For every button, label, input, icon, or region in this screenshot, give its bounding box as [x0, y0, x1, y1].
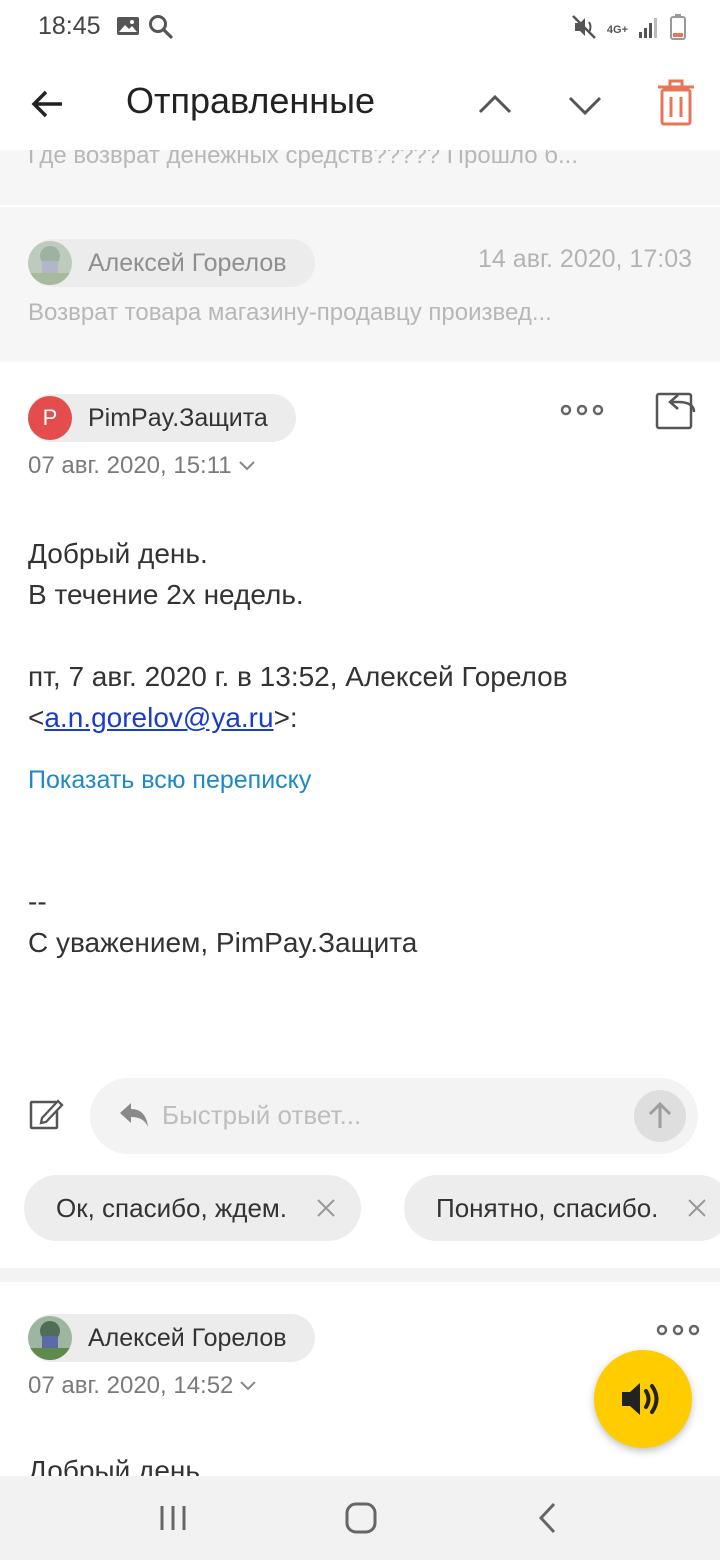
recent-apps-icon[interactable]	[158, 1504, 188, 1532]
speaker-icon	[622, 1383, 659, 1415]
collapsed-message[interactable]: Где возврат денежных средств????? Прошло…	[0, 150, 720, 205]
system-navigation-bar	[0, 1476, 720, 1560]
back-arrow-icon[interactable]	[28, 84, 68, 124]
collapsed-message[interactable]: Алексей Горелов 14 авг. 2020, 17:03 Возв…	[0, 207, 720, 362]
app-bar: Отправленные	[0, 56, 720, 150]
message-body: Добрый день. В течение 2х недель. пт, 7 …	[28, 533, 568, 738]
sender-name: PimPay.Защита	[88, 403, 268, 432]
status-time: 18:45	[38, 12, 101, 40]
sender-chip[interactable]: Алексей Горелов	[28, 239, 315, 287]
battery-icon	[670, 14, 686, 45]
message-date-toggle[interactable]: 07 авг. 2020, 14:52	[28, 1372, 257, 1400]
quote-email-line: <a.n.gorelov@ya.ru>:	[28, 702, 298, 733]
message-date-toggle[interactable]: 07 авг. 2020, 15:11	[28, 452, 256, 480]
page-title: Отправленные	[126, 80, 376, 121]
body-line: В течение 2х недель.	[28, 579, 304, 610]
message-snippet: Возврат товара магазину-продавцу произве…	[28, 299, 552, 326]
message-date: 07 авг. 2020, 15:11	[28, 452, 232, 479]
message-preview: Добрый день	[28, 1455, 200, 1476]
body-line: Добрый день.	[28, 538, 208, 569]
status-bar: 18:45 4G+	[0, 0, 720, 56]
next-message-chevron-down-icon[interactable]	[564, 84, 606, 126]
signature: -- С уважением, PimPay.Защита	[28, 881, 417, 963]
system-back-icon[interactable]	[536, 1500, 560, 1536]
sender-name: Алексей Горелов	[88, 1323, 287, 1352]
close-icon[interactable]	[315, 1197, 337, 1219]
chevron-down-icon	[238, 461, 255, 471]
avatar: P	[28, 396, 72, 440]
quick-reply-input[interactable]: Быстрый ответ...	[90, 1078, 698, 1154]
avatar	[28, 241, 72, 285]
avatar	[28, 1316, 72, 1360]
chevron-down-icon	[240, 1381, 257, 1391]
sender-chip[interactable]: P PimPay.Защита	[28, 394, 296, 442]
read-aloud-button[interactable]	[594, 1350, 692, 1448]
signal-icon	[638, 15, 660, 44]
sender-chip[interactable]: Алексей Горелов	[28, 1314, 315, 1362]
gallery-icon	[116, 14, 140, 45]
sender-name: Алексей Горелов	[88, 248, 287, 277]
more-options-icon[interactable]	[560, 398, 604, 422]
suggested-reply-label: Ок, спасибо, ждем.	[56, 1192, 288, 1223]
message-date: 07 авг. 2020, 14:52	[28, 1372, 234, 1399]
email-link[interactable]: a.n.gorelov@ya.ru	[44, 702, 273, 733]
reply-icon[interactable]	[654, 388, 698, 432]
reply-arrow-icon	[118, 1100, 150, 1130]
message-date: 14 авг. 2020, 17:03	[478, 245, 692, 273]
more-options-icon[interactable]	[656, 1318, 700, 1342]
search-status-icon	[148, 14, 174, 45]
suggested-replies: Ок, спасибо, ждем. Понятно, спасибо.	[0, 1175, 720, 1241]
quote-header: пт, 7 авг. 2020 г. в 13:52, Алексей Горе…	[28, 661, 568, 692]
suggested-reply-label: Понятно, спасибо.	[436, 1192, 659, 1223]
show-full-thread-link[interactable]: Показать всю переписку	[28, 766, 311, 795]
mute-vibrate-icon	[571, 14, 597, 45]
signature-dash: --	[28, 886, 47, 917]
network-type-label: 4G+	[606, 23, 628, 36]
close-icon[interactable]	[686, 1197, 708, 1219]
message-snippet: Где возврат денежных средств????? Прошло…	[28, 150, 579, 169]
previous-message-chevron-up-icon[interactable]	[474, 84, 516, 126]
compose-icon[interactable]	[28, 1096, 64, 1132]
home-icon[interactable]	[344, 1501, 378, 1535]
suggested-reply-chip[interactable]: Ок, спасибо, ждем.	[24, 1175, 362, 1241]
send-button[interactable]	[634, 1090, 686, 1142]
suggested-reply-chip[interactable]: Понятно, спасибо.	[404, 1175, 720, 1241]
signature-text: С уважением, PimPay.Защита	[28, 927, 418, 958]
quick-reply-placeholder: Быстрый ответ...	[162, 1100, 362, 1130]
quick-reply-row: Быстрый ответ...	[0, 1074, 720, 1158]
trash-icon[interactable]	[654, 78, 698, 128]
divider	[0, 1268, 720, 1282]
